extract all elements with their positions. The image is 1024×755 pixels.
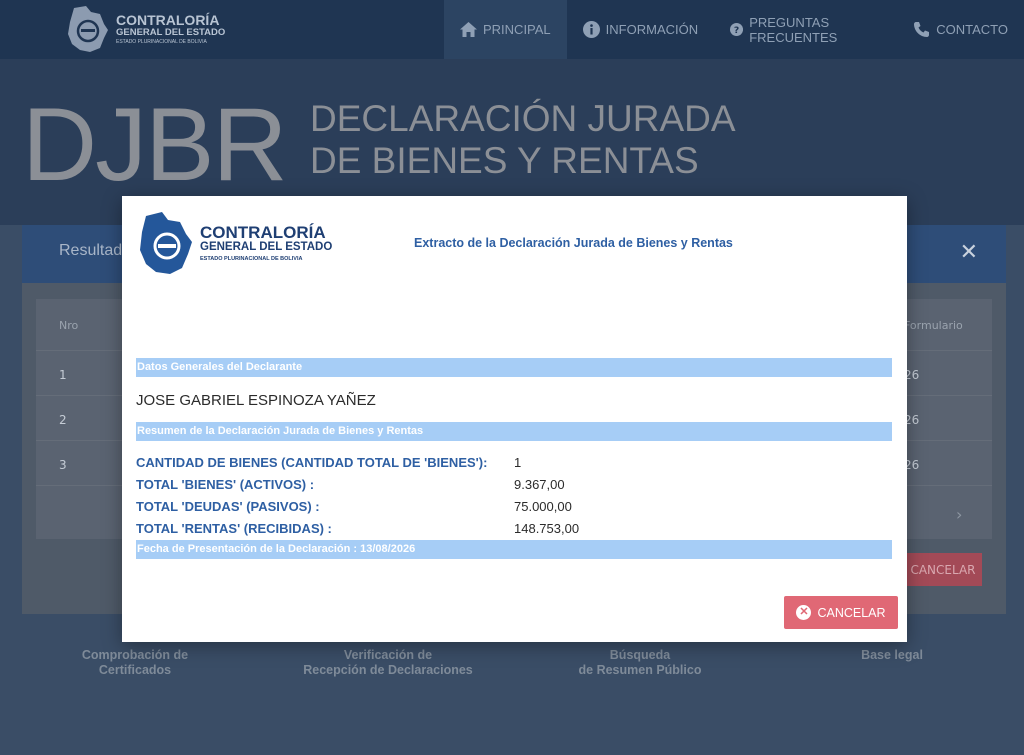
row-nro: 1 [59, 368, 67, 382]
nav-principal-label: PRINCIPAL [483, 22, 551, 37]
bolivia-map-logo-icon [68, 6, 108, 52]
footer-link-line1: Verificación de [343, 648, 433, 662]
top-navbar: CONTRALORÍA GENERAL DEL ESTADO ESTADO PL… [0, 0, 1024, 59]
summary-label-cantidad: CANTIDAD DE BIENES (CANTIDAD TOTAL DE 'B… [136, 455, 488, 470]
footer-link-verificacion[interactable]: Verificación de Recepción de Declaracion… [292, 648, 484, 678]
nav-preguntas-label: PREGUNTAS FRECUENTES [749, 14, 838, 45]
background-cancel-button[interactable]: CANCELAR [904, 553, 982, 586]
footer-link-base-legal[interactable]: Base legal [832, 648, 952, 663]
declarant-name: JOSE GABRIEL ESPINOZA YAÑEZ [136, 392, 376, 409]
brand-line2: GENERAL DEL ESTADO [116, 27, 226, 39]
section-band-general: Datos Generales del Declarante [136, 358, 892, 377]
presentation-date: Fecha de Presentación de la Declaración … [137, 543, 416, 555]
nav-informacion[interactable]: INFORMACIÓN [567, 0, 714, 59]
modal-logo-line3: ESTADO PLURINACIONAL DE BOLIVIA [200, 255, 303, 262]
footer-link-line1: Comprobación de [81, 648, 189, 662]
summary-label-deudas: TOTAL 'DEUDAS' (PASIVOS) : [136, 499, 320, 514]
section-band-summary: Resumen de la Declaración Jurada de Bien… [136, 422, 892, 441]
brand-logo[interactable]: CONTRALORÍA GENERAL DEL ESTADO ESTADO PL… [64, 4, 225, 54]
bolivia-map-logo-icon [140, 212, 192, 274]
nav-contacto[interactable]: CONTACTO [897, 0, 1024, 59]
home-icon [460, 22, 477, 37]
col-nro-header: Nro [59, 319, 79, 332]
close-circle-icon: ✕ [796, 605, 812, 620]
cancel-button-label: CANCELAR [817, 605, 886, 620]
summary-label-bienes: TOTAL 'BIENES' (ACTIVOS) : [136, 477, 315, 492]
summary-value-cantidad: 1 [514, 455, 522, 470]
hero-acronym: DJBR [22, 87, 288, 203]
hero-line2: DE BIENES Y RENTAS [310, 140, 699, 181]
hero-line1: DECLARACIÓN JURADA [310, 98, 736, 139]
footer-link-line2: Recepción de Declaraciones [303, 663, 473, 677]
nav-contacto-label: CONTACTO [936, 22, 1008, 37]
summary-label-rentas: TOTAL 'RENTAS' (RECIBIDAS) : [136, 521, 332, 536]
nav-principal[interactable]: PRINCIPAL [444, 0, 567, 59]
brand-line3: ESTADO PLURINACIONAL DE BOLIVIA [116, 38, 207, 45]
footer-link-line1: Búsqueda [609, 648, 671, 662]
summary-value-bienes: 9.367,00 [514, 477, 565, 492]
section-band-date: Fecha de Presentación de la Declaración … [136, 540, 892, 559]
svg-text:?: ? [734, 25, 739, 36]
nav-preguntas-frecuentes[interactable]: ? PREGUNTAS FRECUENTES [714, 0, 897, 59]
next-page-chevron-icon[interactable]: › [956, 505, 962, 524]
row-nro: 2 [59, 413, 67, 427]
main-nav: PRINCIPAL INFORMACIÓN ? PREGUNTAS FRECUE… [444, 0, 1024, 59]
footer-link-comprobacion[interactable]: Comprobación de Certificados [60, 648, 210, 678]
footer-link-line1: Base legal [861, 648, 923, 662]
modal-heading: Extracto de la Declaración Jurada de Bie… [414, 236, 733, 250]
info-icon [582, 21, 600, 38]
nav-informacion-label: INFORMACIÓN [605, 22, 699, 37]
summary-value-rentas: 148.753,00 [514, 521, 580, 536]
results-title: Resultado [59, 242, 132, 259]
row-nro: 3 [59, 458, 67, 472]
footer-link-line2: de Resumen Público [578, 663, 702, 677]
declaration-extract-modal: CONTRALORÍA GENERAL DEL ESTADO ESTADO PL… [122, 196, 907, 642]
summary-value-deudas: 75.000,00 [514, 499, 572, 514]
question-icon: ? [730, 22, 744, 37]
modal-logo-line2: GENERAL DEL ESTADO [200, 241, 333, 253]
section-general-label: Datos Generales del Declarante [137, 361, 303, 373]
footer-link-line2: Certificados [98, 663, 172, 677]
modal-logo-line1: CONTRALORÍA [200, 223, 326, 242]
cancel-button[interactable]: ✕ CANCELAR [784, 596, 898, 629]
section-summary-label: Resumen de la Declaración Jurada de Bien… [137, 425, 424, 437]
footer-link-busqueda[interactable]: Búsqueda de Resumen Público [560, 648, 720, 678]
phone-icon [914, 22, 930, 37]
col-formulario-header: Formulario [904, 319, 963, 332]
modal-logo: CONTRALORÍA GENERAL DEL ESTADO ESTADO PL… [136, 210, 332, 276]
close-icon[interactable]: ✕ [960, 240, 978, 265]
brand-line1: CONTRALORÍA [116, 12, 220, 29]
